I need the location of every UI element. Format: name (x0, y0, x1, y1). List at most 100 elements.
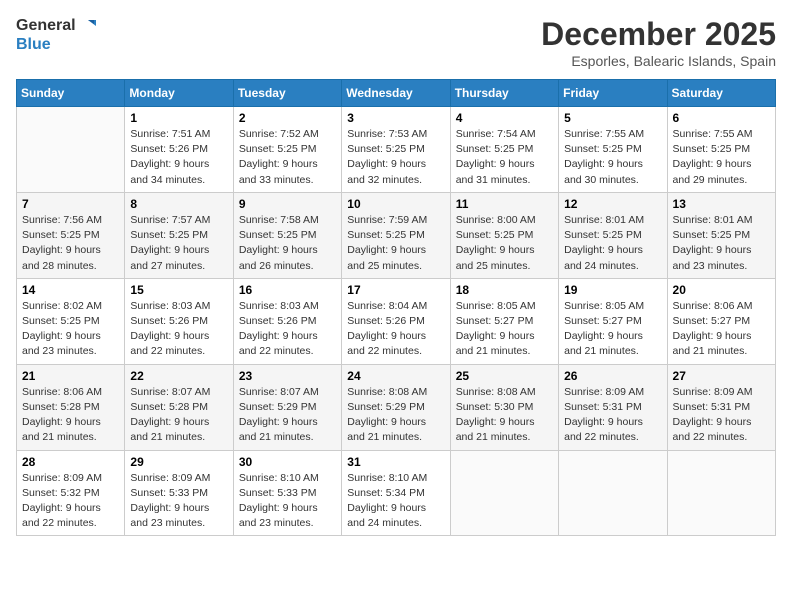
day-info: Sunrise: 8:03 AM Sunset: 5:26 PM Dayligh… (130, 299, 227, 360)
week-row-4: 21 Sunrise: 8:06 AM Sunset: 5:28 PM Dayli… (17, 364, 776, 450)
day-info: Sunrise: 8:06 AM Sunset: 5:28 PM Dayligh… (22, 385, 119, 446)
day-info: Sunrise: 8:01 AM Sunset: 5:25 PM Dayligh… (673, 213, 770, 274)
header-saturday: Saturday (667, 80, 775, 107)
calendar-cell-week4-day5: 26 Sunrise: 8:09 AM Sunset: 5:31 PM Dayli… (559, 364, 667, 450)
logo-blue: Blue (16, 36, 51, 54)
day-number: 10 (347, 197, 444, 211)
calendar-cell-week4-day4: 25 Sunrise: 8:08 AM Sunset: 5:30 PM Dayli… (450, 364, 558, 450)
header-friday: Friday (559, 80, 667, 107)
day-info: Sunrise: 8:09 AM Sunset: 5:31 PM Dayligh… (564, 385, 661, 446)
day-info: Sunrise: 8:09 AM Sunset: 5:31 PM Dayligh… (673, 385, 770, 446)
day-number: 28 (22, 455, 119, 469)
day-info: Sunrise: 8:08 AM Sunset: 5:30 PM Dayligh… (456, 385, 553, 446)
day-number: 16 (239, 283, 336, 297)
day-number: 2 (239, 111, 336, 125)
week-row-2: 7 Sunrise: 7:56 AM Sunset: 5:25 PM Daylig… (17, 192, 776, 278)
day-info: Sunrise: 8:00 AM Sunset: 5:25 PM Dayligh… (456, 213, 553, 274)
day-info: Sunrise: 8:05 AM Sunset: 5:27 PM Dayligh… (564, 299, 661, 360)
day-number: 26 (564, 369, 661, 383)
day-info: Sunrise: 7:55 AM Sunset: 5:25 PM Dayligh… (564, 127, 661, 188)
day-number: 20 (673, 283, 770, 297)
day-number: 6 (673, 111, 770, 125)
calendar-cell-week3-day5: 19 Sunrise: 8:05 AM Sunset: 5:27 PM Dayli… (559, 278, 667, 364)
header-tuesday: Tuesday (233, 80, 341, 107)
day-number: 17 (347, 283, 444, 297)
logo-bird-icon (78, 16, 98, 36)
day-number: 4 (456, 111, 553, 125)
day-number: 9 (239, 197, 336, 211)
calendar-cell-week5-day1: 29Sunrise: 8:09 AM Sunset: 5:33 PM Dayli… (125, 450, 233, 536)
day-info: Sunrise: 8:08 AM Sunset: 5:29 PM Dayligh… (347, 385, 444, 446)
calendar-table: SundayMondayTuesdayWednesdayThursdayFrid… (16, 79, 776, 536)
calendar-cell-week1-day6: 6 Sunrise: 7:55 AM Sunset: 5:25 PM Daylig… (667, 107, 775, 193)
day-info: Sunrise: 8:06 AM Sunset: 5:27 PM Dayligh… (673, 299, 770, 360)
calendar-cell-week2-day0: 7 Sunrise: 7:56 AM Sunset: 5:25 PM Daylig… (17, 192, 125, 278)
calendar-cell-week1-day0 (17, 107, 125, 193)
calendar-cell-week1-day3: 3Sunrise: 7:53 AM Sunset: 5:25 PM Daylig… (342, 107, 450, 193)
calendar-cell-week1-day2: 2 Sunrise: 7:52 AM Sunset: 5:25 PM Daylig… (233, 107, 341, 193)
day-info: Sunrise: 8:04 AM Sunset: 5:26 PM Dayligh… (347, 299, 444, 360)
day-number: 21 (22, 369, 119, 383)
calendar-cell-week3-day6: 20 Sunrise: 8:06 AM Sunset: 5:27 PM Dayli… (667, 278, 775, 364)
day-info: Sunrise: 8:10 AM Sunset: 5:34 PM Dayligh… (347, 471, 444, 532)
day-number: 18 (456, 283, 553, 297)
day-info: Sunrise: 7:56 AM Sunset: 5:25 PM Dayligh… (22, 213, 119, 274)
header-sunday: Sunday (17, 80, 125, 107)
day-info: Sunrise: 7:55 AM Sunset: 5:25 PM Dayligh… (673, 127, 770, 188)
day-number: 19 (564, 283, 661, 297)
calendar-cell-week5-day6 (667, 450, 775, 536)
logo: General Blue (16, 16, 98, 54)
day-info: Sunrise: 7:54 AM Sunset: 5:25 PM Dayligh… (456, 127, 553, 188)
header-thursday: Thursday (450, 80, 558, 107)
calendar-cell-week1-day5: 5 Sunrise: 7:55 AM Sunset: 5:25 PM Daylig… (559, 107, 667, 193)
calendar-cell-week3-day3: 17 Sunrise: 8:04 AM Sunset: 5:26 PM Dayli… (342, 278, 450, 364)
day-number: 13 (673, 197, 770, 211)
day-number: 14 (22, 283, 119, 297)
calendar-cell-week5-day2: 30Sunrise: 8:10 AM Sunset: 5:33 PM Dayli… (233, 450, 341, 536)
day-number: 22 (130, 369, 227, 383)
calendar-cell-week5-day5 (559, 450, 667, 536)
calendar-cell-week4-day0: 21 Sunrise: 8:06 AM Sunset: 5:28 PM Dayli… (17, 364, 125, 450)
day-number: 12 (564, 197, 661, 211)
day-number: 7 (22, 197, 119, 211)
calendar-cell-week4-day3: 24Sunrise: 8:08 AM Sunset: 5:29 PM Dayli… (342, 364, 450, 450)
calendar-cell-week4-day1: 22 Sunrise: 8:07 AM Sunset: 5:28 PM Dayli… (125, 364, 233, 450)
day-info: Sunrise: 8:07 AM Sunset: 5:28 PM Dayligh… (130, 385, 227, 446)
calendar-cell-week5-day4 (450, 450, 558, 536)
calendar-cell-week3-day0: 14 Sunrise: 8:02 AM Sunset: 5:25 PM Dayli… (17, 278, 125, 364)
calendar-cell-week3-day2: 16 Sunrise: 8:03 AM Sunset: 5:26 PM Dayli… (233, 278, 341, 364)
day-number: 25 (456, 369, 553, 383)
header: General Blue December 2025 Esporles, Bal… (16, 16, 776, 69)
week-row-1: 1Sunrise: 7:51 AM Sunset: 5:26 PM Daylig… (17, 107, 776, 193)
calendar-header-row: SundayMondayTuesdayWednesdayThursdayFrid… (17, 80, 776, 107)
day-info: Sunrise: 8:05 AM Sunset: 5:27 PM Dayligh… (456, 299, 553, 360)
day-info: Sunrise: 8:02 AM Sunset: 5:25 PM Dayligh… (22, 299, 119, 360)
day-info: Sunrise: 8:10 AM Sunset: 5:33 PM Dayligh… (239, 471, 336, 532)
calendar-cell-week2-day1: 8Sunrise: 7:57 AM Sunset: 5:25 PM Daylig… (125, 192, 233, 278)
day-info: Sunrise: 8:01 AM Sunset: 5:25 PM Dayligh… (564, 213, 661, 274)
day-info: Sunrise: 8:07 AM Sunset: 5:29 PM Dayligh… (239, 385, 336, 446)
week-row-3: 14 Sunrise: 8:02 AM Sunset: 5:25 PM Dayli… (17, 278, 776, 364)
day-number: 11 (456, 197, 553, 211)
day-info: Sunrise: 8:03 AM Sunset: 5:26 PM Dayligh… (239, 299, 336, 360)
day-number: 31 (347, 455, 444, 469)
day-number: 1 (130, 111, 227, 125)
calendar-cell-week2-day3: 10 Sunrise: 7:59 AM Sunset: 5:25 PM Dayli… (342, 192, 450, 278)
day-number: 5 (564, 111, 661, 125)
calendar-cell-week3-day4: 18 Sunrise: 8:05 AM Sunset: 5:27 PM Dayli… (450, 278, 558, 364)
header-monday: Monday (125, 80, 233, 107)
day-number: 27 (673, 369, 770, 383)
day-info: Sunrise: 7:52 AM Sunset: 5:25 PM Dayligh… (239, 127, 336, 188)
header-wednesday: Wednesday (342, 80, 450, 107)
calendar-cell-week4-day2: 23 Sunrise: 8:07 AM Sunset: 5:29 PM Dayli… (233, 364, 341, 450)
day-info: Sunrise: 8:09 AM Sunset: 5:32 PM Dayligh… (22, 471, 119, 532)
day-number: 29 (130, 455, 227, 469)
week-row-5: 28 Sunrise: 8:09 AM Sunset: 5:32 PM Dayli… (17, 450, 776, 536)
day-number: 15 (130, 283, 227, 297)
main-title: December 2025 (541, 16, 776, 53)
day-number: 23 (239, 369, 336, 383)
title-area: December 2025 Esporles, Balearic Islands… (541, 16, 776, 69)
calendar-cell-week1-day1: 1Sunrise: 7:51 AM Sunset: 5:26 PM Daylig… (125, 107, 233, 193)
day-info: Sunrise: 7:58 AM Sunset: 5:25 PM Dayligh… (239, 213, 336, 274)
day-info: Sunrise: 7:59 AM Sunset: 5:25 PM Dayligh… (347, 213, 444, 274)
